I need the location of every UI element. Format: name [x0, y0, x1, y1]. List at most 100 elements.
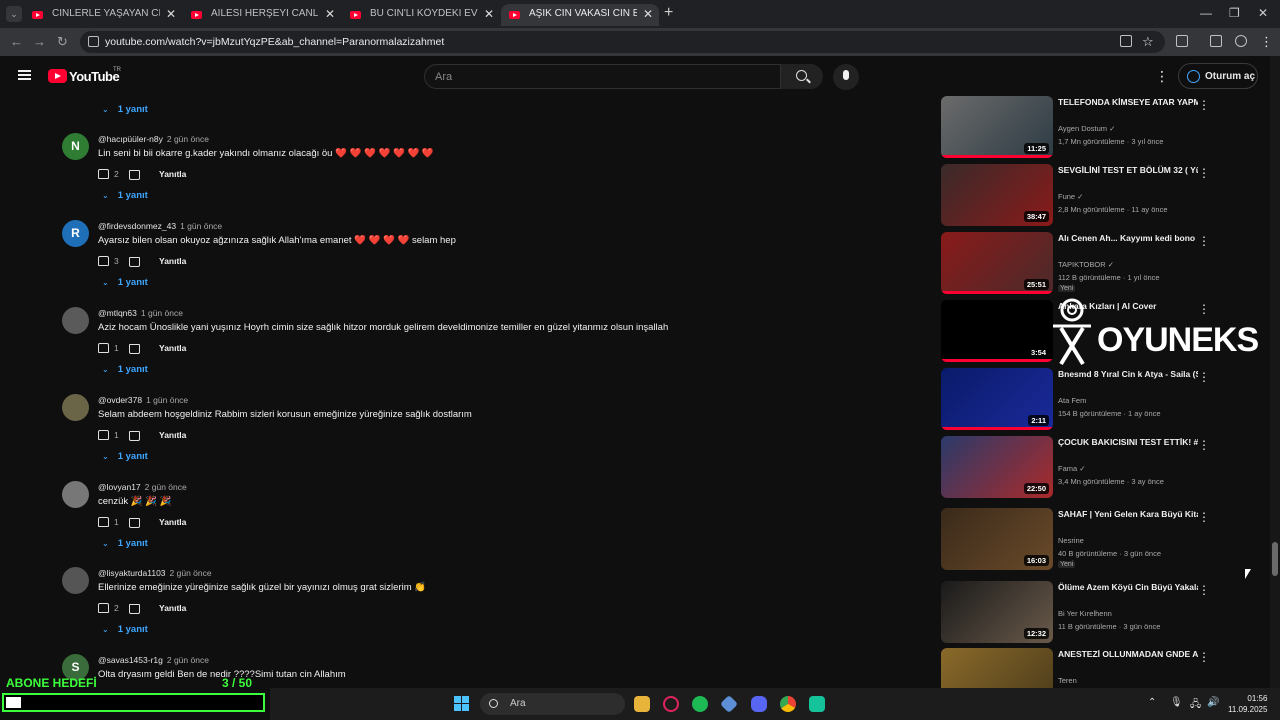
- dislike-icon[interactable]: [129, 431, 140, 441]
- video-menu-icon[interactable]: ⋮: [1198, 650, 1210, 664]
- browser-tab-3[interactable]: BU CİN'Lİ KÖYDEKİ EVLERİ CİN ✕: [342, 4, 500, 26]
- video-title[interactable]: Bnesmd 8 Yıral Cin k Atya - Saila (Sür): [1058, 368, 1198, 380]
- author-name[interactable]: @ovder378: [98, 395, 142, 405]
- back-icon[interactable]: ←: [10, 34, 23, 49]
- tab-search-icon[interactable]: ⌄: [6, 6, 22, 22]
- dislike-icon[interactable]: [129, 170, 140, 180]
- recommended-video[interactable]: 38:47 SEVGİLİNİ TEST ET BÖLÜM 32 ( Yüzde…: [940, 164, 1210, 228]
- tray-overflow-icon[interactable]: ⌃: [1148, 697, 1156, 708]
- maximize-icon[interactable]: ❐: [1229, 6, 1240, 20]
- forward-icon[interactable]: →: [33, 34, 46, 49]
- video-title[interactable]: SAHAF | Yeni Gelen Kara Büyü Kitabı Yazı…: [1058, 508, 1198, 520]
- bookmark-star-icon[interactable]: ☆: [1142, 34, 1154, 50]
- recommended-video[interactable]: 11:25 TELEFONDA KİMSEYE ATAR YAPMAYIN - …: [940, 96, 1210, 160]
- replies-toggle[interactable]: ⌄ 1 yanıt: [102, 190, 148, 201]
- channel-name[interactable]: Teren: [1058, 676, 1077, 685]
- comment-author[interactable]: @savas1453-r1g 2 gün önce: [98, 655, 209, 665]
- address-bar[interactable]: youtube.com/watch?v=jbMzutYqzPE&ab_chann…: [80, 31, 1165, 53]
- avatar[interactable]: [62, 481, 89, 508]
- site-info-icon[interactable]: [88, 36, 99, 47]
- dislike-icon[interactable]: [129, 604, 140, 614]
- channel-name[interactable]: Fune ✓: [1058, 192, 1083, 201]
- reload-icon[interactable]: ↻: [57, 34, 68, 50]
- reply-button[interactable]: Yanıtla: [159, 169, 186, 179]
- close-tab-icon[interactable]: ✕: [643, 7, 653, 21]
- comment-author[interactable]: @hacıpüüler-n8y 2 gün önce: [98, 134, 209, 144]
- network-icon[interactable]: 🖧: [1190, 697, 1201, 714]
- channel-name[interactable]: Fama ✓: [1058, 464, 1086, 473]
- author-name[interactable]: @lovyan17: [98, 482, 141, 492]
- recommended-video[interactable]: 16:03 SAHAF | Yeni Gelen Kara Büyü Kitab…: [940, 508, 1210, 572]
- volume-icon[interactable]: 🔊: [1207, 697, 1219, 708]
- comment-time[interactable]: 2 gün önce: [167, 655, 209, 665]
- youtube-logo-icon[interactable]: [48, 69, 67, 83]
- close-tab-icon[interactable]: ✕: [166, 7, 176, 21]
- channel-name[interactable]: Ata Fem: [1058, 396, 1086, 405]
- reply-button[interactable]: Yanıtla: [159, 256, 186, 266]
- close-tab-icon[interactable]: ✕: [325, 7, 335, 21]
- reply-button[interactable]: Yanıtla: [159, 517, 186, 527]
- dislike-icon[interactable]: [129, 518, 140, 528]
- video-thumbnail[interactable]: 22:50: [941, 436, 1053, 498]
- windows-start-icon[interactable]: [454, 696, 470, 712]
- minimize-icon[interactable]: —: [1200, 6, 1212, 20]
- video-title[interactable]: ÇOCUK BAKICISINI TEST ETTİK! #2 ( Şaka: …: [1058, 436, 1198, 448]
- channel-name[interactable]: Aygen Dostum ✓: [1058, 124, 1115, 133]
- profile-icon[interactable]: [1235, 35, 1247, 47]
- recommended-video[interactable]: 25:51 Alı Cenen Ah... Kayyımı kedi bono …: [940, 232, 1210, 296]
- like-icon[interactable]: [98, 603, 109, 613]
- file-explorer-icon[interactable]: [634, 696, 650, 712]
- chrome-icon[interactable]: [780, 696, 796, 712]
- signin-button[interactable]: Oturum aç: [1178, 63, 1258, 89]
- comment-time[interactable]: 1 gün önce: [180, 221, 222, 231]
- video-title[interactable]: SEVGİLİNİ TEST ET BÖLÜM 32 ( Yüzde En Ya…: [1058, 164, 1198, 176]
- spotify-icon[interactable]: [692, 696, 708, 712]
- video-thumbnail[interactable]: 12:32: [941, 581, 1053, 643]
- whatsapp-icon[interactable]: [809, 696, 825, 712]
- video-title[interactable]: Ölüme Azem Köyü Cin Büyü Yakalanma Gerçe…: [1058, 581, 1198, 593]
- like-icon[interactable]: [98, 256, 109, 266]
- video-thumbnail[interactable]: 16:03: [941, 508, 1053, 570]
- video-thumbnail[interactable]: 25:51: [941, 232, 1053, 294]
- video-menu-icon[interactable]: ⋮: [1198, 166, 1210, 180]
- like-icon[interactable]: [98, 517, 109, 527]
- comment-time[interactable]: 1 gün önce: [141, 308, 183, 318]
- close-tab-icon[interactable]: ✕: [484, 7, 494, 21]
- voice-search-mic-icon[interactable]: [833, 64, 859, 90]
- comment-time[interactable]: 1 gün önce: [146, 395, 188, 405]
- author-name[interactable]: @savas1453-r1g: [98, 655, 163, 665]
- video-thumbnail[interactable]: 11:25: [941, 96, 1053, 158]
- recommended-video[interactable]: ANESTEZİ OLLUNMADAN GNDE AMELİYATLAR KAS…: [940, 648, 1210, 688]
- avatar[interactable]: [62, 394, 89, 421]
- youtube-wordmark[interactable]: YouTube: [69, 69, 120, 84]
- replies-toggle[interactable]: ⌄ 1 yanıt: [102, 277, 148, 288]
- channel-name[interactable]: Bi Yer Kırelhenn: [1058, 609, 1112, 618]
- new-tab-icon[interactable]: +: [664, 4, 673, 22]
- replies-toggle[interactable]: ⌄ 1 yanıt: [102, 451, 148, 462]
- video-title[interactable]: ANESTEZİ OLLUNMADAN GNDE AMELİYATLAR KAS…: [1058, 648, 1198, 660]
- install-app-icon[interactable]: [1120, 35, 1132, 47]
- comment-time[interactable]: 2 gün önce: [167, 134, 209, 144]
- channel-name[interactable]: Nesrine: [1058, 536, 1084, 545]
- search-button[interactable]: [781, 64, 823, 89]
- page-scrollbar[interactable]: [1270, 56, 1280, 688]
- author-name[interactable]: @firdevsdonmez_43: [98, 221, 176, 231]
- recommended-video[interactable]: 12:32 Ölüme Azem Köyü Cin Büyü Yakalanma…: [940, 581, 1210, 645]
- extensions-icon[interactable]: [1176, 35, 1188, 47]
- close-window-icon[interactable]: ✕: [1258, 6, 1268, 20]
- like-icon[interactable]: [98, 343, 109, 353]
- reply-button[interactable]: Yanıtla: [159, 343, 186, 353]
- replies-toggle[interactable]: ⌄ 1 yanıt: [102, 104, 148, 115]
- comment-author[interactable]: @mtlqn63 1 gün önce: [98, 308, 183, 318]
- video-menu-icon[interactable]: ⋮: [1198, 510, 1210, 524]
- browser-tab-1[interactable]: CINLERLE YAŞAYAN CINLI KADIN ✕: [24, 4, 182, 26]
- like-icon[interactable]: [98, 169, 109, 179]
- replies-toggle[interactable]: ⌄ 1 yanıt: [102, 624, 148, 635]
- opera-gx-icon[interactable]: [663, 696, 679, 712]
- comment-author[interactable]: @lisyakturda1103 2 gün önce: [98, 568, 212, 578]
- video-title[interactable]: Alı Cenen Ah... Kayyımı kedi bono bilen.…: [1058, 232, 1198, 244]
- avatar[interactable]: [62, 567, 89, 594]
- scrollbar-thumb[interactable]: [1272, 542, 1278, 576]
- comment-author[interactable]: @firdevsdonmez_43 1 gün önce: [98, 221, 222, 231]
- author-name[interactable]: @lisyakturda1103: [98, 568, 166, 578]
